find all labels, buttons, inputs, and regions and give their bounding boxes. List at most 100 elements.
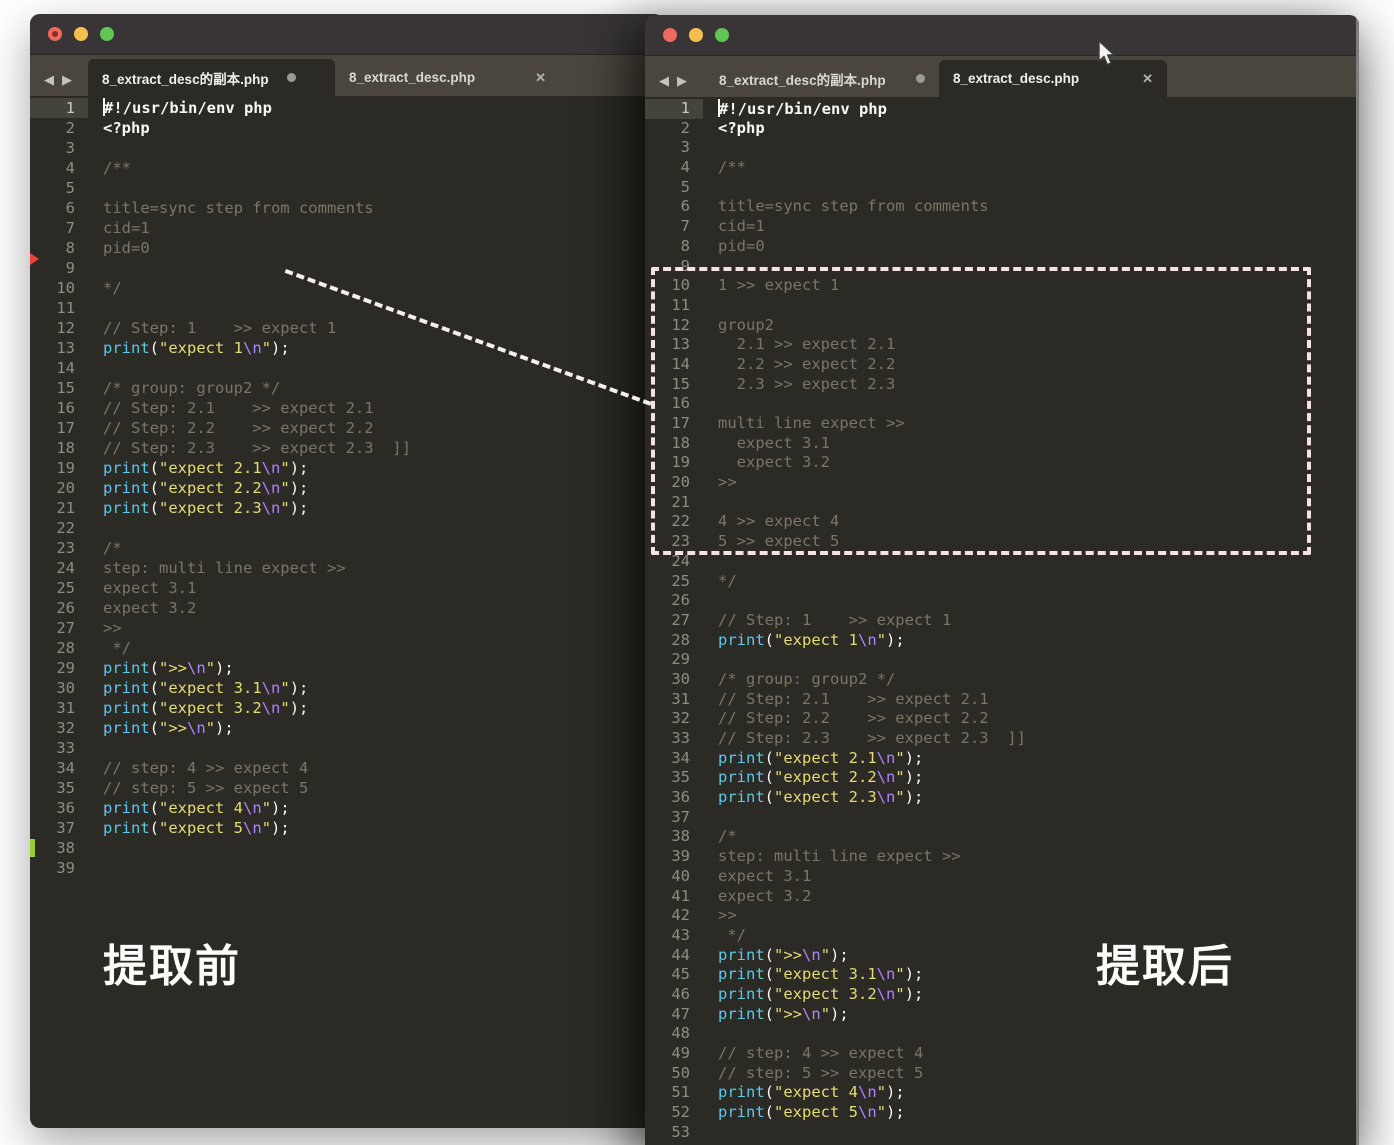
line-number[interactable]: 30 — [30, 678, 88, 698]
line-number[interactable]: 36 — [30, 798, 88, 818]
minimize-window-button[interactable] — [689, 28, 703, 42]
line-number[interactable]: 37 — [30, 818, 88, 838]
line-number[interactable]: 21 — [645, 493, 703, 513]
line-number[interactable]: 28 — [30, 638, 88, 658]
line-number[interactable]: 8 — [645, 237, 703, 257]
line-number[interactable]: 34 — [645, 749, 703, 769]
line-number[interactable]: 26 — [645, 591, 703, 611]
line-number[interactable]: 26 — [30, 598, 88, 618]
line-number[interactable]: 24 — [645, 552, 703, 572]
line-number[interactable]: 15 — [30, 378, 88, 398]
line-number[interactable]: 5 — [645, 178, 703, 198]
line-number[interactable]: 6 — [645, 197, 703, 217]
close-tab-icon[interactable]: ✕ — [535, 70, 546, 86]
line-number[interactable]: 23 — [645, 532, 703, 552]
line-number[interactable]: 35 — [30, 778, 88, 798]
line-number[interactable]: 20 — [645, 473, 703, 493]
line-number[interactable]: 12 — [645, 316, 703, 336]
line-number[interactable]: 13 — [30, 338, 88, 358]
line-number[interactable]: 1 — [645, 99, 703, 119]
line-number[interactable]: 13 — [645, 335, 703, 355]
line-number[interactable]: 27 — [645, 611, 703, 631]
line-number[interactable]: 48 — [645, 1024, 703, 1044]
line-number[interactable]: 52 — [645, 1103, 703, 1123]
line-number[interactable]: 49 — [645, 1044, 703, 1064]
line-number[interactable]: 23 — [30, 538, 88, 558]
line-number[interactable]: 25 — [645, 572, 703, 592]
line-number[interactable]: 27 — [30, 618, 88, 638]
line-number[interactable]: 15 — [645, 375, 703, 395]
line-number[interactable]: 4 — [30, 158, 88, 178]
line-number[interactable]: 37 — [645, 808, 703, 828]
tab-copy-file[interactable]: 8_extract_desc的副本.php — [705, 60, 939, 97]
line-number[interactable]: 29 — [645, 650, 703, 670]
tab-original-file[interactable]: 8_extract_desc.php ✕ — [335, 59, 560, 96]
line-number[interactable]: 18 — [645, 434, 703, 454]
line-number[interactable]: 2 — [30, 118, 88, 138]
line-number[interactable]: 36 — [645, 788, 703, 808]
line-number[interactable]: 31 — [645, 690, 703, 710]
line-number[interactable]: 22 — [30, 518, 88, 538]
line-number[interactable]: 20 — [30, 478, 88, 498]
line-number[interactable]: 38 — [30, 838, 88, 858]
line-number[interactable]: 19 — [30, 458, 88, 478]
line-number[interactable]: 25 — [30, 578, 88, 598]
line-number[interactable]: 44 — [645, 946, 703, 966]
tab-copy-file[interactable]: 8_extract_desc的副本.php — [88, 59, 335, 96]
line-number[interactable]: 16 — [30, 398, 88, 418]
line-number[interactable]: 39 — [30, 858, 88, 878]
line-number[interactable]: 53 — [645, 1123, 703, 1143]
line-number[interactable]: 47 — [645, 1005, 703, 1025]
line-number[interactable]: 35 — [645, 768, 703, 788]
titlebar[interactable] — [30, 14, 664, 55]
close-tab-icon[interactable]: ✕ — [1142, 71, 1153, 87]
line-number[interactable]: 1 — [30, 98, 88, 118]
line-number[interactable]: 30 — [645, 670, 703, 690]
line-number[interactable]: 17 — [645, 414, 703, 434]
line-number[interactable]: 17 — [30, 418, 88, 438]
code-editor-after[interactable]: 1#!/usr/bin/env php2<?php34/**56title=sy… — [645, 97, 1359, 1145]
line-number[interactable]: 38 — [645, 827, 703, 847]
line-number[interactable]: 34 — [30, 758, 88, 778]
line-number[interactable]: 46 — [645, 985, 703, 1005]
forward-icon[interactable]: ▶ — [677, 74, 687, 87]
line-number[interactable]: 19 — [645, 453, 703, 473]
line-number[interactable]: 22 — [645, 512, 703, 532]
line-number[interactable]: 51 — [645, 1083, 703, 1103]
line-number[interactable]: 9 — [645, 257, 703, 277]
close-window-button[interactable] — [48, 27, 62, 41]
minimize-window-button[interactable] — [74, 27, 88, 41]
line-number[interactable]: 5 — [30, 178, 88, 198]
line-number[interactable]: 3 — [30, 138, 88, 158]
line-number[interactable]: 28 — [645, 631, 703, 651]
line-number[interactable]: 7 — [30, 218, 88, 238]
line-number[interactable]: 10 — [30, 278, 88, 298]
line-number[interactable]: 14 — [645, 355, 703, 375]
line-number[interactable]: 2 — [645, 119, 703, 139]
zoom-window-button[interactable] — [100, 27, 114, 41]
line-number[interactable]: 14 — [30, 358, 88, 378]
line-number[interactable]: 32 — [645, 709, 703, 729]
line-number[interactable]: 29 — [30, 658, 88, 678]
line-number[interactable]: 18 — [30, 438, 88, 458]
line-number[interactable]: 3 — [645, 138, 703, 158]
line-number[interactable]: 4 — [645, 158, 703, 178]
line-number[interactable]: 33 — [645, 729, 703, 749]
line-number[interactable]: 11 — [645, 296, 703, 316]
line-number[interactable]: 7 — [645, 217, 703, 237]
line-number[interactable]: 21 — [30, 498, 88, 518]
line-number[interactable]: 50 — [645, 1064, 703, 1084]
line-number[interactable]: 8 — [30, 238, 88, 258]
line-number[interactable]: 12 — [30, 318, 88, 338]
line-number[interactable]: 32 — [30, 718, 88, 738]
line-number[interactable]: 6 — [30, 198, 88, 218]
line-number[interactable]: 16 — [645, 394, 703, 414]
line-number[interactable]: 45 — [645, 965, 703, 985]
line-number[interactable]: 42 — [645, 906, 703, 926]
back-icon[interactable]: ◀ — [659, 74, 669, 87]
line-number[interactable]: 31 — [30, 698, 88, 718]
close-window-button[interactable] — [663, 28, 677, 42]
line-number[interactable]: 24 — [30, 558, 88, 578]
line-number[interactable]: 10 — [645, 276, 703, 296]
line-number[interactable]: 11 — [30, 298, 88, 318]
